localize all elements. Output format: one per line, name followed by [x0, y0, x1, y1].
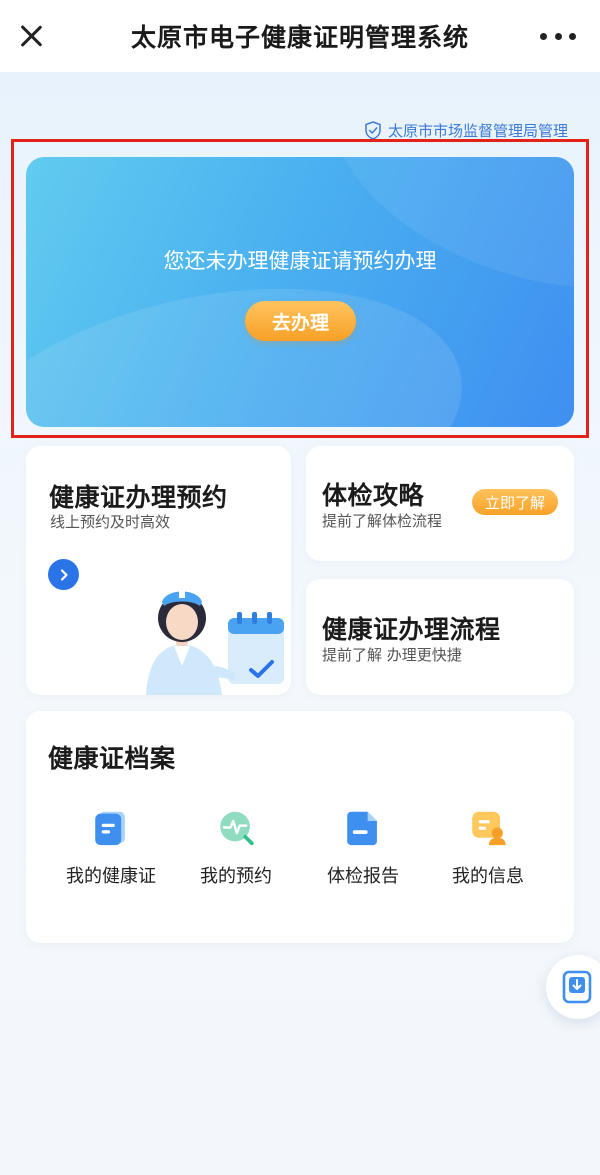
- page-title: 太原市电子健康证明管理系统: [130, 23, 469, 52]
- learn-now-button[interactable]: 立即了解: [472, 489, 558, 515]
- close-icon[interactable]: [16, 21, 46, 51]
- exam-report-label: 体检报告: [327, 866, 399, 887]
- report-icon: [347, 811, 377, 846]
- archive-title: 健康证档案: [48, 744, 176, 773]
- appointment-card-subtitle: 线上预约及时高效: [50, 513, 171, 531]
- floating-download-button[interactable]: [546, 955, 600, 1019]
- user-info-icon: [472, 811, 506, 846]
- process-card[interactable]: 健康证办理流程 提前了解 办理更快捷: [306, 579, 574, 695]
- my-appointment-shortcut[interactable]: 我的预约: [176, 808, 296, 888]
- banner-message: 您还未办理健康证请预约办理: [163, 249, 437, 273]
- authority-text: 太原市市场监督管理局管理: [387, 121, 568, 140]
- my-info-shortcut[interactable]: 我的信息: [428, 808, 548, 888]
- health-cert-icon: [95, 811, 125, 846]
- archive-card: 健康证档案 我的健康证 我的预约 体检报告 我的信息: [26, 711, 574, 943]
- process-card-subtitle: 提前了解 办理更快捷: [322, 646, 462, 664]
- process-card-title: 健康证办理流程: [322, 615, 501, 644]
- appointment-card-title: 健康证办理预约: [49, 483, 228, 512]
- go-apply-button[interactable]: 去办理: [245, 301, 356, 341]
- more-options-icon[interactable]: [540, 33, 576, 41]
- exam-guide-title: 体检攻略: [322, 481, 425, 510]
- nurse-calendar-illustration: [146, 590, 284, 695]
- exam-report-shortcut[interactable]: 体检报告: [303, 808, 423, 888]
- appointment-card[interactable]: 健康证办理预约 线上预约及时高效: [26, 446, 291, 695]
- apply-banner: 您还未办理健康证请预约办理 去办理: [26, 157, 574, 427]
- my-health-cert-shortcut[interactable]: 我的健康证: [51, 808, 171, 888]
- my-health-cert-label: 我的健康证: [66, 866, 156, 887]
- my-appointment-label: 我的预约: [200, 866, 272, 887]
- authority-label: 太原市市场监督管理局管理: [364, 120, 568, 140]
- exam-guide-card[interactable]: 体检攻略 提前了解体检流程 立即了解: [306, 446, 574, 561]
- exam-guide-subtitle: 提前了解体检流程: [322, 512, 443, 530]
- my-info-label: 我的信息: [452, 866, 524, 887]
- shield-check-icon: [365, 120, 381, 140]
- download-icon: [562, 970, 592, 1004]
- chevron-right-icon: [60, 568, 68, 581]
- title-bar: 太原市电子健康证明管理系统: [0, 0, 600, 72]
- appointment-arrow-button[interactable]: [48, 559, 79, 590]
- appointment-search-icon: [220, 811, 254, 846]
